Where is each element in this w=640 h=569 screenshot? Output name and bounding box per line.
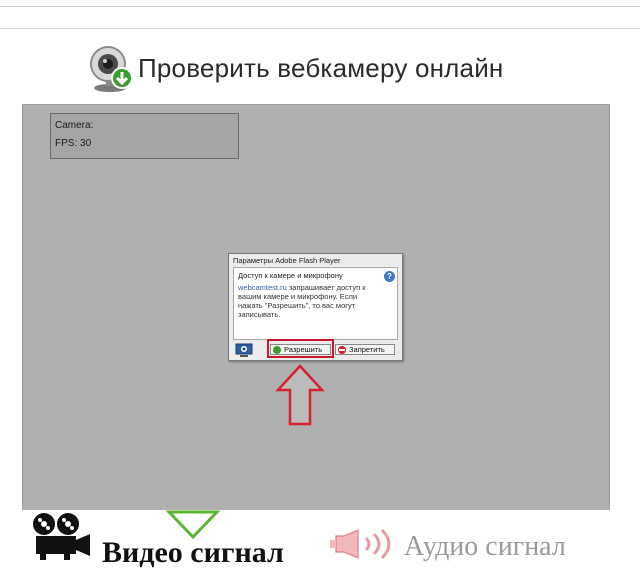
top-divider — [0, 6, 640, 7]
video-signal-label: Видео сигнал — [102, 536, 284, 569]
deny-button-label: Запретить — [349, 345, 385, 354]
webcam-icon — [90, 46, 133, 92]
camera-label: Camera: — [55, 120, 94, 131]
flash-settings-dialog: Параметры Adobe Flash Player Доступ к ка… — [228, 253, 403, 361]
webcam-stage: Camera: FPS: 30 Параметры Adobe Flash Pl… — [22, 104, 610, 560]
page-header: Проверить вебкамеру онлайн — [84, 42, 504, 94]
signal-strip: Видео сигнал Аудио сигнал — [22, 510, 610, 568]
monitor-settings-icon[interactable] — [235, 343, 253, 357]
allow-button[interactable]: Разрешить — [270, 344, 331, 355]
flash-dialog-body: Доступ к камере и микрофону webcamtest.r… — [233, 267, 398, 340]
site-link[interactable]: webcamtest.ru — [238, 283, 287, 292]
check-icon — [273, 345, 281, 354]
camera-info-box: Camera: FPS: 30 — [50, 113, 239, 159]
deny-button[interactable]: Запретить — [335, 344, 395, 355]
flash-heading: Доступ к камере и микрофону — [238, 271, 343, 280]
film-projector-icon — [33, 513, 90, 560]
flash-message: webcamtest.ru запрашивает доступ к вашим… — [238, 283, 381, 319]
audio-signal-label: Аудио сигнал — [404, 531, 566, 562]
allow-button-label: Разрешить — [284, 345, 323, 354]
browser-top-bar — [0, 0, 640, 29]
speaker-icon — [330, 528, 391, 560]
page-title: Проверить вебкамеру онлайн — [138, 52, 504, 83]
block-icon — [338, 345, 346, 354]
red-up-arrow-icon — [275, 364, 325, 426]
flash-dialog-title: Параметры Adobe Flash Player — [233, 256, 341, 265]
fps-label: FPS: 30 — [55, 138, 92, 149]
help-icon[interactable]: ? — [384, 271, 395, 282]
